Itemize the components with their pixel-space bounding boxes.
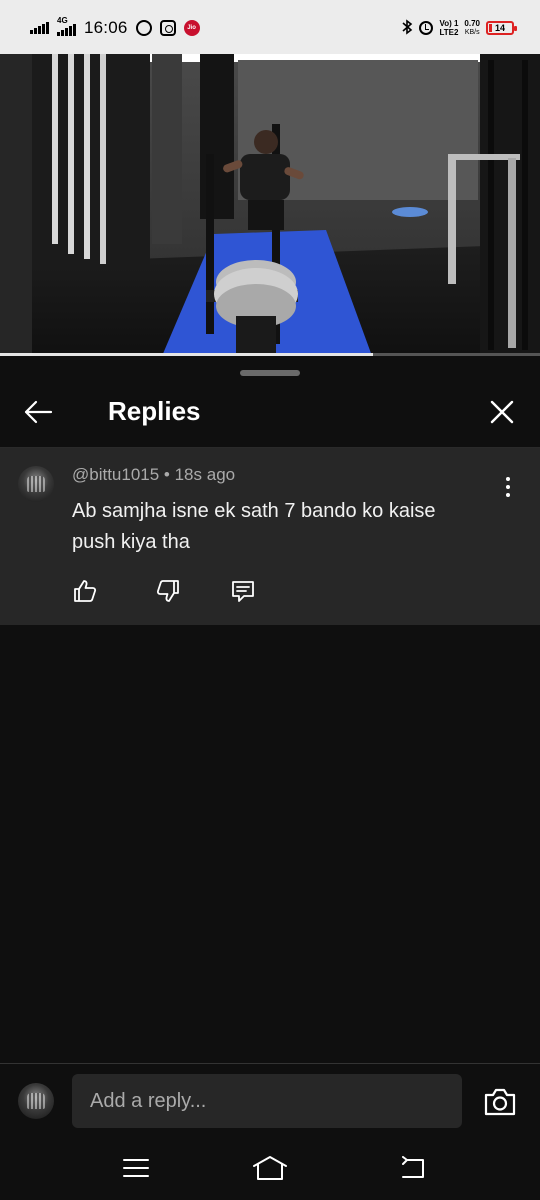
comment-item: @bittu1015 • 18s ago Ab samjha isne ek s…: [0, 448, 540, 625]
status-time: 16:06: [84, 18, 128, 37]
close-icon: [490, 400, 514, 424]
sheet-title: Replies: [108, 396, 201, 426]
status-bar: 4G 16:06 Jio Vo) 1 LTE2 0.70 KB/s 14: [0, 0, 540, 54]
speed-value: 0.70: [464, 19, 480, 28]
comment-text: Ab samjha isne ek sath 7 bando ko kaise …: [72, 500, 436, 553]
network-speed: 0.70 KB/s: [464, 19, 480, 37]
battery-level: 14: [494, 23, 505, 33]
thumbs-up-icon: [74, 580, 97, 602]
arrow-left-icon: [24, 400, 53, 424]
home-icon: [253, 1156, 287, 1180]
thumbs-down-icon: [156, 580, 179, 602]
bluetooth-icon: [401, 18, 413, 38]
menu-icon: [123, 1159, 149, 1177]
camera-button[interactable]: [480, 1082, 520, 1122]
volte-indicator: Vo) 1 LTE2: [439, 19, 458, 37]
like-button[interactable]: [68, 574, 102, 608]
reply-bar: [0, 1064, 540, 1140]
signal-icon: [30, 22, 49, 34]
network-type-label: 4G: [57, 16, 68, 25]
camera-icon: [484, 1088, 516, 1116]
more-options-button[interactable]: [498, 472, 518, 502]
home-nav-button[interactable]: [250, 1152, 290, 1184]
user-avatar[interactable]: [18, 1083, 54, 1119]
video-frame: [0, 54, 540, 356]
back-button[interactable]: [18, 392, 58, 432]
reply-button[interactable]: [226, 574, 260, 608]
jio-icon: Jio: [183, 20, 200, 36]
instagram-icon: [159, 20, 176, 36]
swiggy-icon: [135, 20, 152, 36]
speed-unit: KB/s: [464, 29, 480, 36]
volte-bottom-label: LTE2: [439, 28, 459, 37]
reply-input[interactable]: [72, 1074, 462, 1128]
battery-icon: 14: [486, 21, 517, 35]
back-nav-button[interactable]: [392, 1152, 432, 1184]
close-button[interactable]: [482, 392, 522, 432]
drag-handle[interactable]: [240, 370, 300, 376]
system-nav-bar: [0, 1140, 540, 1200]
video-player[interactable]: [0, 54, 540, 356]
menu-nav-button[interactable]: [116, 1152, 156, 1184]
comment-meta[interactable]: @bittu1015 • 18s ago: [72, 464, 235, 486]
network-signal-icon: 4G: [57, 16, 76, 36]
alarm-icon: [419, 21, 434, 35]
avatar[interactable]: [18, 466, 54, 502]
volte-top-label: Vo) 1: [439, 19, 459, 28]
dislike-button[interactable]: [151, 574, 185, 608]
back-nav-icon: [402, 1156, 424, 1178]
comment-icon: [232, 581, 254, 602]
